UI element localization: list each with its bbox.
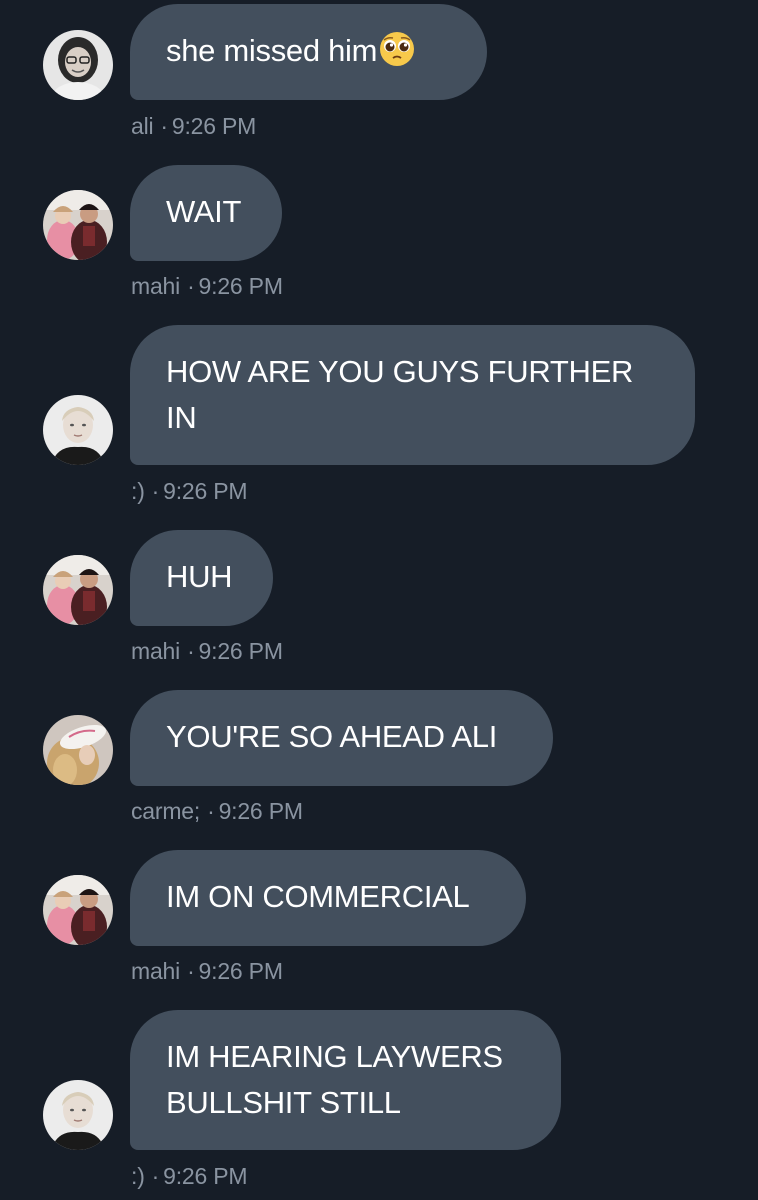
meta-separator: · bbox=[187, 638, 195, 664]
message-bubble[interactable]: she missed him bbox=[130, 4, 487, 100]
meta-separator: · bbox=[207, 798, 215, 824]
message-text: IM ON COMMERCIAL bbox=[166, 879, 470, 914]
meta-separator: · bbox=[160, 113, 168, 139]
avatar-mahi[interactable] bbox=[43, 555, 113, 625]
message-bubble[interactable]: IM HEARING LAYWERS BULLSHIT STILL bbox=[130, 1010, 561, 1150]
message-text-line-2: IN bbox=[166, 400, 197, 435]
timestamp: 9:26 PM bbox=[171, 113, 257, 139]
sender-name[interactable]: ali bbox=[131, 113, 154, 139]
meta-separator: · bbox=[187, 273, 195, 299]
meta-separator: · bbox=[151, 1163, 160, 1189]
avatar-carme-image bbox=[43, 715, 113, 785]
message-meta: mahi · 9:26 PM bbox=[131, 273, 283, 300]
message-text-line-2: BULLSHIT STILL bbox=[166, 1085, 401, 1120]
avatar-ali-image bbox=[43, 30, 113, 100]
message-bubble[interactable]: IM ON COMMERCIAL bbox=[130, 850, 526, 946]
timestamp: 9:26 PM bbox=[198, 638, 283, 664]
message-bubble[interactable]: HUH bbox=[130, 530, 273, 626]
avatar-smiley-image bbox=[43, 395, 113, 465]
meta-separator: · bbox=[151, 478, 160, 504]
avatar-mahi[interactable] bbox=[43, 875, 113, 945]
message-meta: mahi · 9:26 PM bbox=[131, 638, 283, 665]
message-text: WAIT bbox=[166, 194, 242, 229]
timestamp: 9:26 PM bbox=[163, 1163, 248, 1189]
message-meta: carme; · 9:26 PM bbox=[131, 798, 303, 825]
message-text: she missed him bbox=[166, 33, 378, 68]
sender-name[interactable]: :) bbox=[131, 1163, 145, 1189]
message-text-line-1: IM HEARING LAYWERS bbox=[166, 1039, 503, 1074]
timestamp: 9:26 PM bbox=[218, 798, 303, 824]
message-bubble[interactable]: YOU'RE SO AHEAD ALI bbox=[130, 690, 553, 786]
message-meta: :) · 9:26 PM bbox=[131, 478, 248, 505]
sender-name[interactable]: mahi bbox=[131, 958, 180, 984]
avatar-smiley[interactable] bbox=[43, 1080, 113, 1150]
sender-name[interactable]: mahi bbox=[131, 638, 180, 664]
timestamp: 9:26 PM bbox=[198, 958, 283, 984]
avatar-mahi-image bbox=[43, 190, 113, 260]
avatar-mahi[interactable] bbox=[43, 190, 113, 260]
timestamp: 9:26 PM bbox=[198, 273, 283, 299]
avatar-smiley[interactable] bbox=[43, 395, 113, 465]
message-meta: ali · 9:26 PM bbox=[131, 113, 256, 140]
message-text: YOU'RE SO AHEAD ALI bbox=[166, 719, 498, 754]
avatar-mahi-image bbox=[43, 555, 113, 625]
message-bubble[interactable]: WAIT bbox=[130, 165, 282, 261]
avatar-carme[interactable] bbox=[43, 715, 113, 785]
sender-name[interactable]: :) bbox=[131, 478, 145, 504]
pleading-face-icon bbox=[379, 31, 415, 80]
message-meta: mahi · 9:26 PM bbox=[131, 958, 283, 985]
message-meta: :) · 9:26 PM bbox=[131, 1163, 248, 1190]
meta-separator: · bbox=[187, 958, 195, 984]
timestamp: 9:26 PM bbox=[163, 478, 248, 504]
sender-name[interactable]: carme; bbox=[131, 798, 200, 824]
avatar-ali[interactable] bbox=[43, 30, 113, 100]
message-bubble[interactable]: HOW ARE YOU GUYS FURTHER IN bbox=[130, 325, 695, 465]
sender-name[interactable]: mahi bbox=[131, 273, 180, 299]
avatar-mahi-image bbox=[43, 875, 113, 945]
message-text-line-1: HOW ARE YOU GUYS FURTHER bbox=[166, 354, 634, 389]
avatar-smiley-image bbox=[43, 1080, 113, 1150]
message-text: HUH bbox=[166, 559, 233, 594]
